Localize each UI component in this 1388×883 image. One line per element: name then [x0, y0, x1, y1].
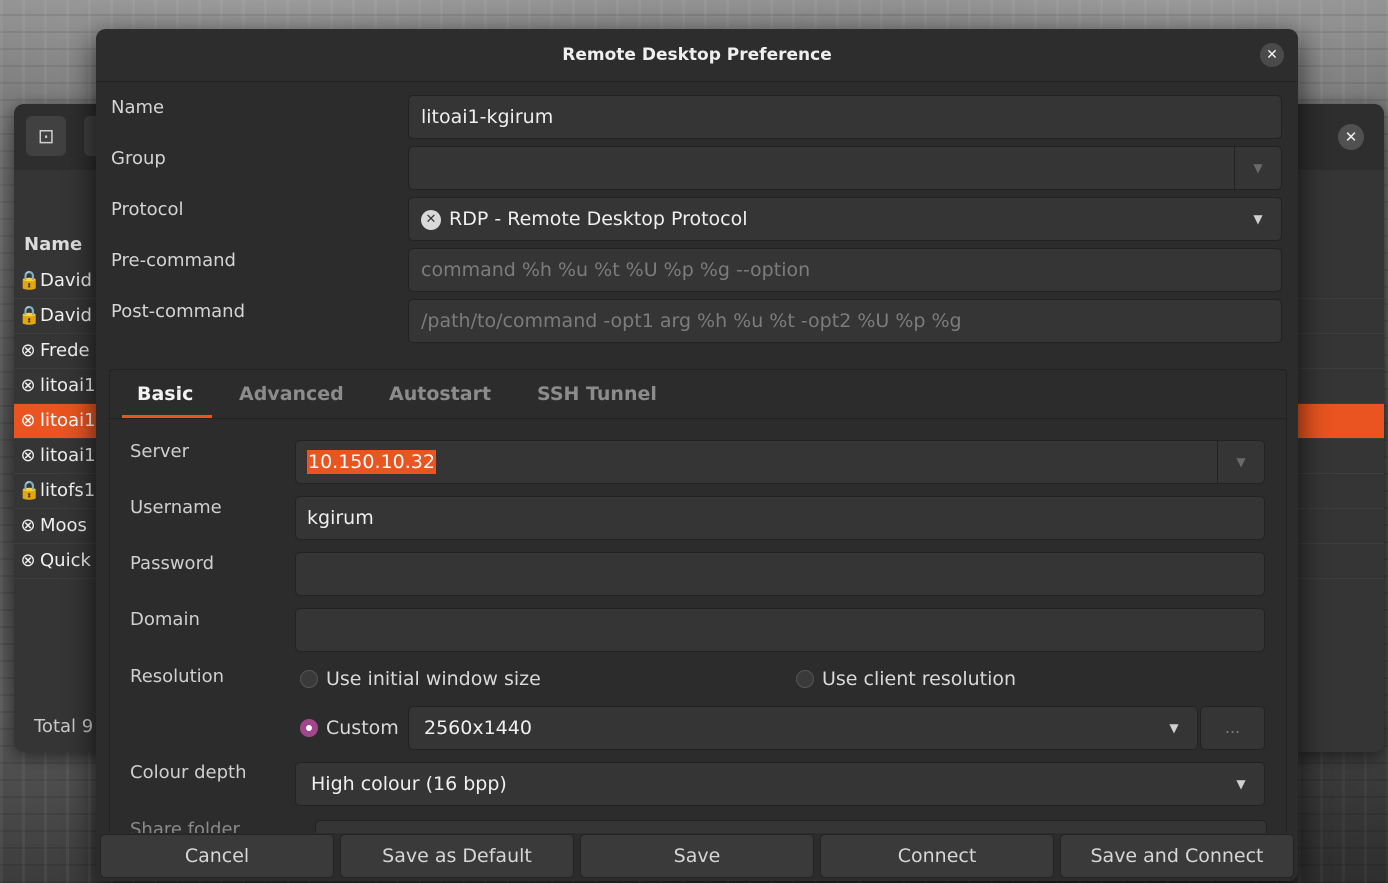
new-connection-icon: ⊡ [37, 124, 55, 148]
chevron-down-icon[interactable]: ▼ [1217, 441, 1264, 483]
chevron-down-icon[interactable]: ▼ [1234, 147, 1281, 189]
radio-initial-label: Use initial window size [326, 668, 541, 690]
share-folder-label: Share folder [130, 819, 240, 833]
server-value: 10.150.10.32 [307, 450, 436, 474]
rdp-protocol-icon: ⊗ [20, 410, 36, 431]
rdp-protocol-icon: ⊗ [20, 445, 36, 466]
custom-resolution-value: 2560x1440 [424, 717, 532, 739]
resolution-more-button[interactable]: ... [1200, 706, 1265, 750]
protocol-label: Protocol [111, 199, 184, 220]
tab-autostart[interactable]: Autostart [389, 370, 491, 418]
name-field[interactable]: litoai1-kgirum [408, 95, 1282, 139]
colour-depth-label: Colour depth [130, 762, 247, 783]
dialog-close-button[interactable]: ✕ [1260, 43, 1284, 67]
cancel-button[interactable]: Cancel [100, 834, 334, 878]
radio-indicator-selected [300, 719, 318, 737]
rdp-protocol-icon: ⊗ [20, 340, 36, 361]
connection-row-label: David [40, 305, 92, 326]
precommand-label: Pre-command [111, 250, 236, 271]
close-icon: ✕ [1344, 128, 1358, 146]
colour-depth-value: High colour (16 bpp) [311, 773, 507, 795]
connection-row-label: litoai1 [40, 410, 96, 431]
save-and-connect-button[interactable]: Save and Connect [1060, 834, 1294, 878]
radio-client-resolution[interactable]: Use client resolution [796, 668, 1016, 690]
connection-row-label: Quick [40, 550, 91, 571]
name-label: Name [111, 97, 165, 118]
rdp-protocol-icon: ⊗ [20, 550, 36, 571]
custom-resolution-combo[interactable]: 2560x1440 ▼ [408, 706, 1198, 750]
rdp-protocol-icon: ⊗ [20, 375, 36, 396]
rdp-protocol-icon: ✕ [421, 209, 441, 230]
save-button[interactable]: Save [580, 834, 814, 878]
radio-initial-window-size[interactable]: Use initial window size [300, 668, 541, 690]
username-label: Username [130, 497, 222, 518]
password-field[interactable] [295, 552, 1265, 596]
ssh-lock-icon: 🔒 [18, 270, 41, 291]
tab-ssh-tunnel[interactable]: SSH Tunnel [537, 370, 657, 418]
name-column-header[interactable]: Name [24, 234, 82, 255]
connection-row-label: David [40, 270, 92, 291]
connection-row-label: litoai1 [40, 445, 96, 466]
connection-row-label: litoai1 [40, 375, 96, 396]
close-icon: ✕ [1266, 47, 1278, 63]
domain-label: Domain [130, 609, 200, 630]
radio-indicator [796, 670, 814, 688]
settings-notebook: Basic Advanced Autostart SSH Tunnel Serv… [109, 369, 1287, 841]
rdp-protocol-icon: ⊗ [20, 515, 36, 536]
connection-row-label: litofs1 [40, 480, 96, 501]
radio-indicator [300, 670, 318, 688]
tab-basic[interactable]: Basic [137, 370, 193, 418]
server-label: Server [130, 441, 190, 462]
main-close-button[interactable]: ✕ [1338, 124, 1364, 150]
group-combo[interactable]: ▼ [408, 146, 1282, 190]
new-connection-button[interactable]: ⊡ [26, 116, 66, 156]
protocol-value: RDP - Remote Desktop Protocol [449, 208, 748, 230]
tab-bar: Basic Advanced Autostart SSH Tunnel [110, 370, 1286, 419]
group-label: Group [111, 148, 166, 169]
server-combo[interactable]: 10.150.10.32 ▼ [295, 440, 1265, 484]
chevron-down-icon: ▼ [1236, 777, 1246, 791]
save-as-default-button[interactable]: Save as Default [340, 834, 574, 878]
resolution-label: Resolution [130, 666, 225, 687]
password-label: Password [130, 553, 215, 574]
active-tab-indicator [122, 415, 212, 418]
colour-depth-combo[interactable]: High colour (16 bpp) ▼ [295, 762, 1265, 806]
connection-row-label: Frede [40, 340, 90, 361]
radio-custom-label: Custom [326, 717, 399, 739]
radio-custom[interactable]: Custom [300, 717, 399, 739]
precommand-field[interactable]: command %h %u %t %U %p %g --option [408, 248, 1282, 292]
ssh-lock-icon: 🔒 [18, 305, 41, 326]
dialog-title: Remote Desktop Preference [96, 29, 1298, 82]
username-field[interactable]: kgirum [295, 496, 1265, 540]
tab-advanced[interactable]: Advanced [239, 370, 344, 418]
connection-row-label: Moos [40, 515, 87, 536]
postcommand-label: Post-command [111, 301, 245, 322]
status-total: Total 9 [34, 716, 94, 737]
ssh-lock-icon: 🔒 [18, 480, 41, 501]
postcommand-field[interactable]: /path/to/command -opt1 arg %h %u %t -opt… [408, 299, 1282, 343]
radio-client-label: Use client resolution [822, 668, 1017, 690]
dialog-button-bar: Cancel Save as Default Save Connect Save… [96, 833, 1298, 881]
connect-button[interactable]: Connect [820, 834, 1054, 878]
domain-field[interactable] [295, 608, 1265, 652]
chevron-down-icon: ▼ [1169, 721, 1179, 735]
protocol-combo[interactable]: ✕ RDP - Remote Desktop Protocol ▼ [408, 197, 1282, 241]
preference-dialog: Remote Desktop Preference ✕ Name litoai1… [96, 29, 1298, 881]
chevron-down-icon: ▼ [1253, 212, 1263, 226]
